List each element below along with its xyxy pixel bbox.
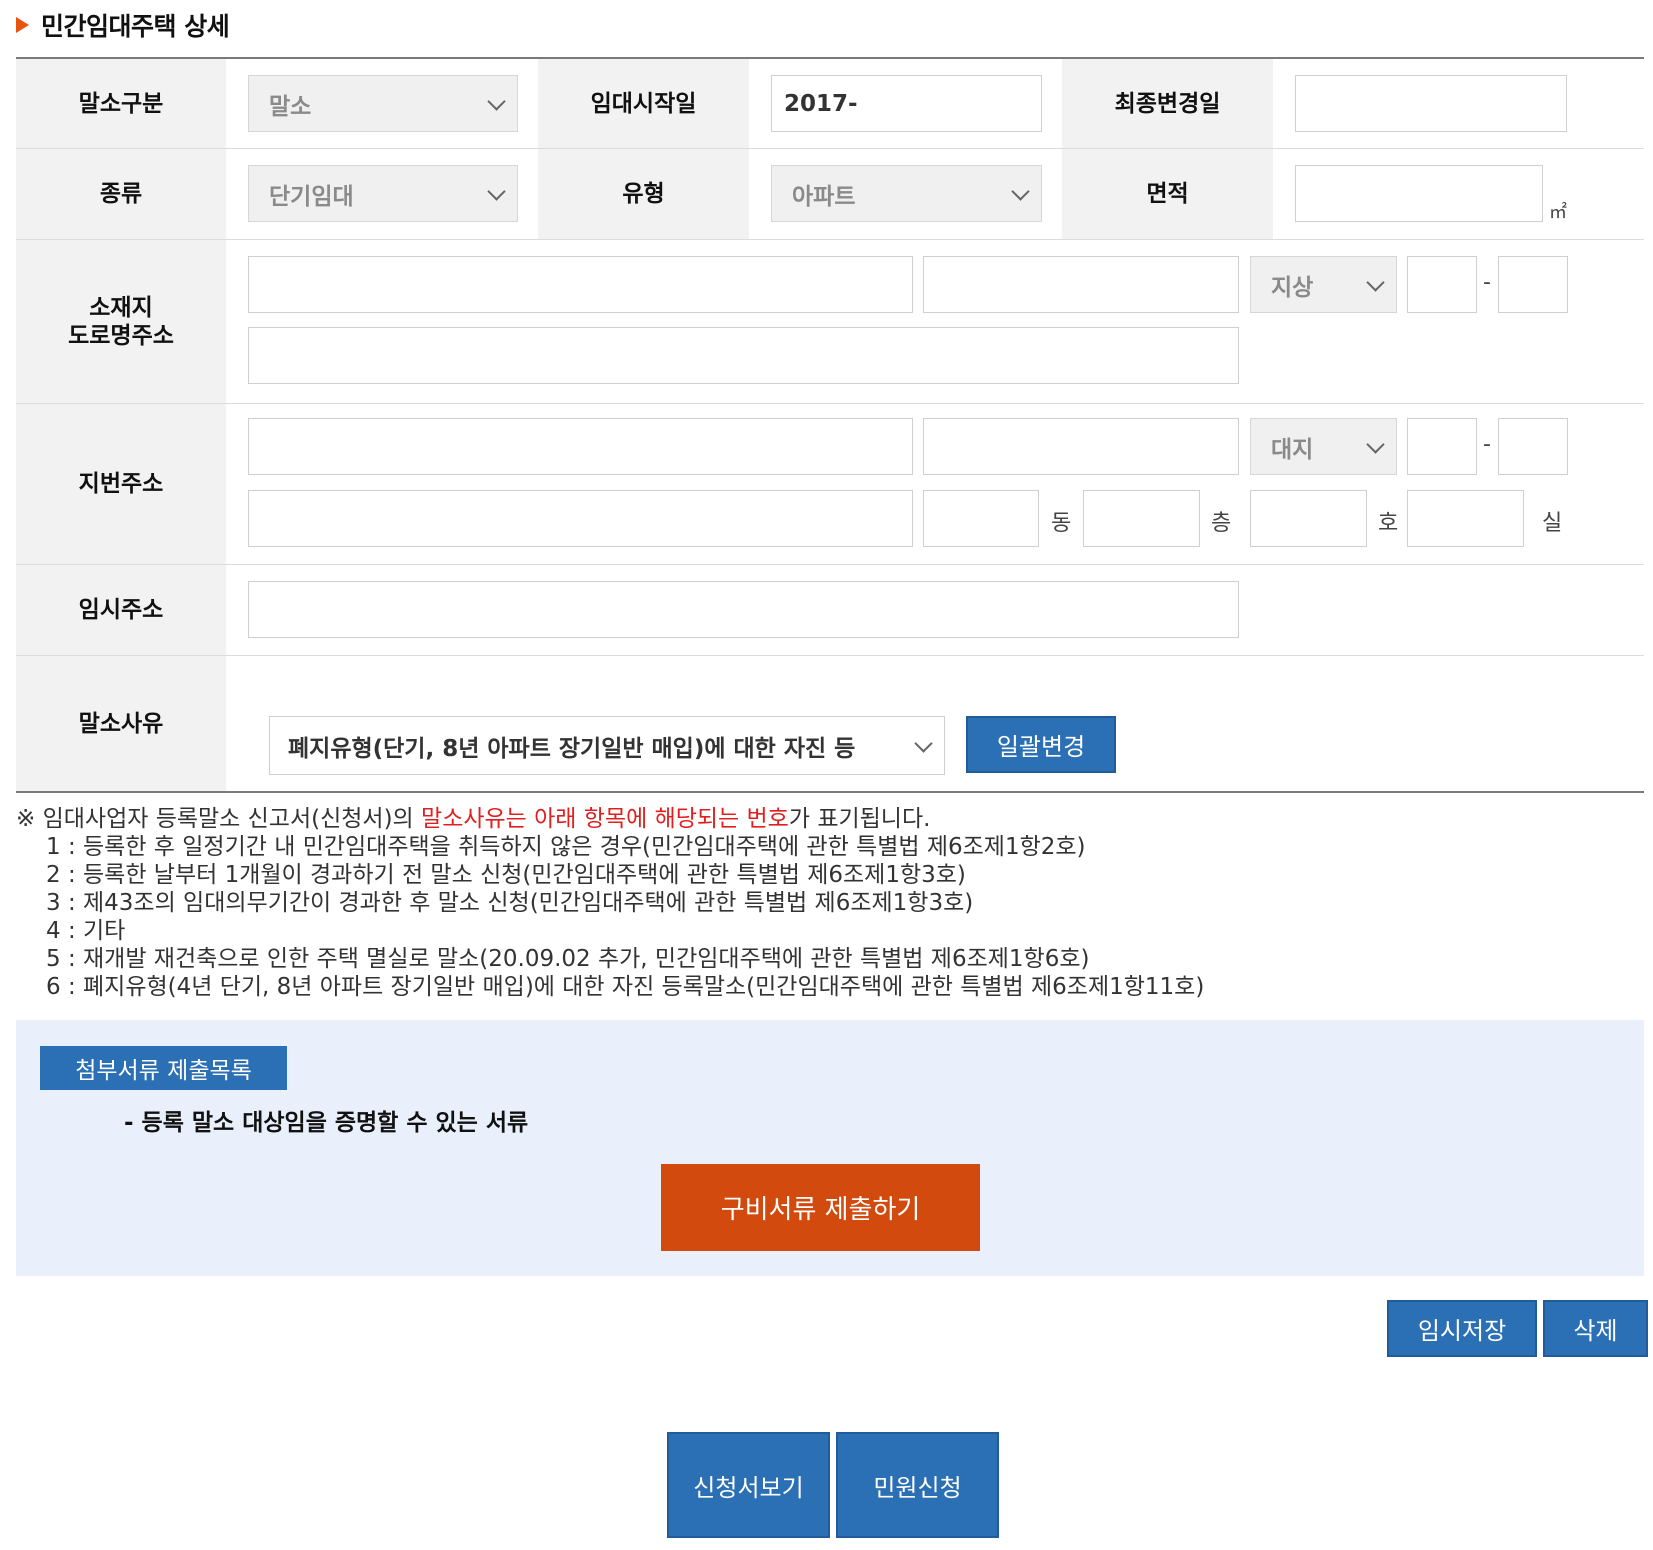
cancel-reason-label: 말소사유 [16,656,226,791]
row-divider [16,403,1644,404]
ground-type-value: 지상 [1271,274,1314,301]
cancel-type-select[interactable]: 말소 [248,75,518,132]
ground-type-select[interactable]: 지상 [1250,256,1397,313]
building-main-number-input[interactable] [1407,256,1477,313]
road-address-label-line1: 소재지 [89,294,153,321]
road-address-building-input[interactable] [923,256,1239,313]
view-application-button[interactable]: 신청서보기 [667,1432,830,1538]
row-divider [16,564,1644,565]
notes-item: 6 : 폐지유형(4년 단기, 8년 아파트 장기일반 매입)에 대한 자진 등… [46,974,1205,1000]
cancel-reason-notes: ※ 임대사업자 등록말소 신고서(신청서)의 말소사유는 아래 항목에 해당되는… [16,805,1636,1001]
building-sub-number-input[interactable] [1498,256,1568,313]
room-input[interactable] [1407,490,1524,547]
floor-unit: 층 [1211,511,1232,536]
submit-documents-button[interactable]: 구비서류 제출하기 [661,1164,980,1251]
page-title-text: 민간임대주택 상세 [41,12,230,41]
cancel-type-value: 말소 [269,93,312,120]
temp-address-label: 임시주소 [16,565,226,655]
row-divider [16,655,1644,656]
notes-item: 5 : 재개발 재건축으로 인한 주택 멸실로 말소(20.09.02 추가, … [46,946,1090,972]
area-input[interactable] [1295,165,1543,222]
notes-item: 3 : 제43조의 임대의무기간이 경과한 후 말소 신청(민간임대주택에 관한… [46,890,974,916]
attachment-list-tag: 첨부서류 제출목록 [40,1046,287,1090]
page-title: 민간임대주택 상세 [16,8,230,42]
road-address-detail-input[interactable] [248,327,1239,384]
last-changed-input [1295,75,1567,132]
delete-button[interactable]: 삭제 [1543,1300,1648,1357]
notes-intro-before: ※ 임대사업자 등록말소 신고서(신청서)의 [16,806,422,832]
dash-separator: - [1483,270,1491,295]
rent-start-value: 2017- [784,90,858,117]
lot-main-number-input[interactable] [1407,418,1477,475]
last-changed-label: 최종변경일 [1062,59,1273,148]
form-top-border [16,57,1644,59]
ho-input[interactable] [1250,490,1367,547]
notes-intro: ※ 임대사업자 등록말소 신고서(신청서)의 말소사유는 아래 항목에 해당되는… [16,805,1636,833]
area-label: 면적 [1062,149,1273,239]
notes-item: 2 : 등록한 날부터 1개월이 경과하기 전 말소 신청(민간임대주택에 관한… [46,862,966,888]
house-type-label: 유형 [538,149,749,239]
lot-sub-number-input[interactable] [1498,418,1568,475]
road-address-label: 소재지 도로명주소 [16,240,226,403]
chevron-down-icon [1366,434,1385,454]
dong-input[interactable] [923,490,1039,547]
cancel-type-label: 말소구분 [16,59,226,148]
land-type-value: 대지 [1271,436,1314,463]
chevron-down-icon [1366,272,1385,292]
room-unit: 실 [1542,511,1563,536]
dash-separator: - [1483,432,1491,457]
row-divider [16,239,1644,240]
road-address-label-line2: 도로명주소 [68,322,174,349]
kind-value: 단기임대 [269,183,354,210]
kind-label: 종류 [16,149,226,239]
temp-save-button[interactable]: 임시저장 [1387,1300,1537,1357]
rent-start-label: 임대시작일 [538,59,749,148]
temp-address-input[interactable] [248,581,1239,638]
lot-address-label: 지번주소 [16,404,226,564]
bulk-change-button[interactable]: 일괄변경 [966,716,1116,773]
cancel-reason-value: 폐지유형(단기, 8년 아파트 장기일반 매입)에 대한 자진 등 [288,735,856,762]
notes-intro-highlight: 말소사유는 아래 항목에 해당되는 번호 [421,806,789,832]
notes-intro-after: 가 표기됩니다. [788,806,931,832]
notes-item: 1 : 등록한 후 일정기간 내 민간임대주택을 취득하지 않은 경우(민간임대… [46,834,1086,860]
lot-address-main-input[interactable] [248,418,913,475]
apply-button[interactable]: 민원신청 [836,1432,999,1538]
land-type-select[interactable]: 대지 [1250,418,1397,475]
house-type-select[interactable]: 아파트 [771,165,1042,222]
house-type-value: 아파트 [792,183,856,210]
lot-address-detail-input[interactable] [248,490,913,547]
attachment-description: - 등록 말소 대상임을 증명할 수 있는 서류 [124,1110,529,1136]
chevron-down-icon [914,733,933,753]
kind-select[interactable]: 단기임대 [248,165,518,222]
rent-start-input[interactable]: 2017- [771,75,1042,132]
area-unit: ㎡ [1549,202,1567,223]
chevron-down-icon [487,181,506,201]
road-address-main-input[interactable] [248,256,913,313]
row-divider [16,148,1644,149]
dong-unit: 동 [1051,511,1072,536]
lot-address-building-input[interactable] [923,418,1239,475]
chevron-down-icon [487,91,506,111]
floor-input[interactable] [1083,490,1200,547]
form-bottom-border [16,791,1644,793]
cancel-reason-select[interactable]: 폐지유형(단기, 8년 아파트 장기일반 매입)에 대한 자진 등 [269,716,945,775]
chevron-down-icon [1011,181,1030,201]
ho-unit: 호 [1378,511,1399,536]
notes-item: 4 : 기타 [46,918,126,944]
triangle-right-icon [16,17,29,33]
